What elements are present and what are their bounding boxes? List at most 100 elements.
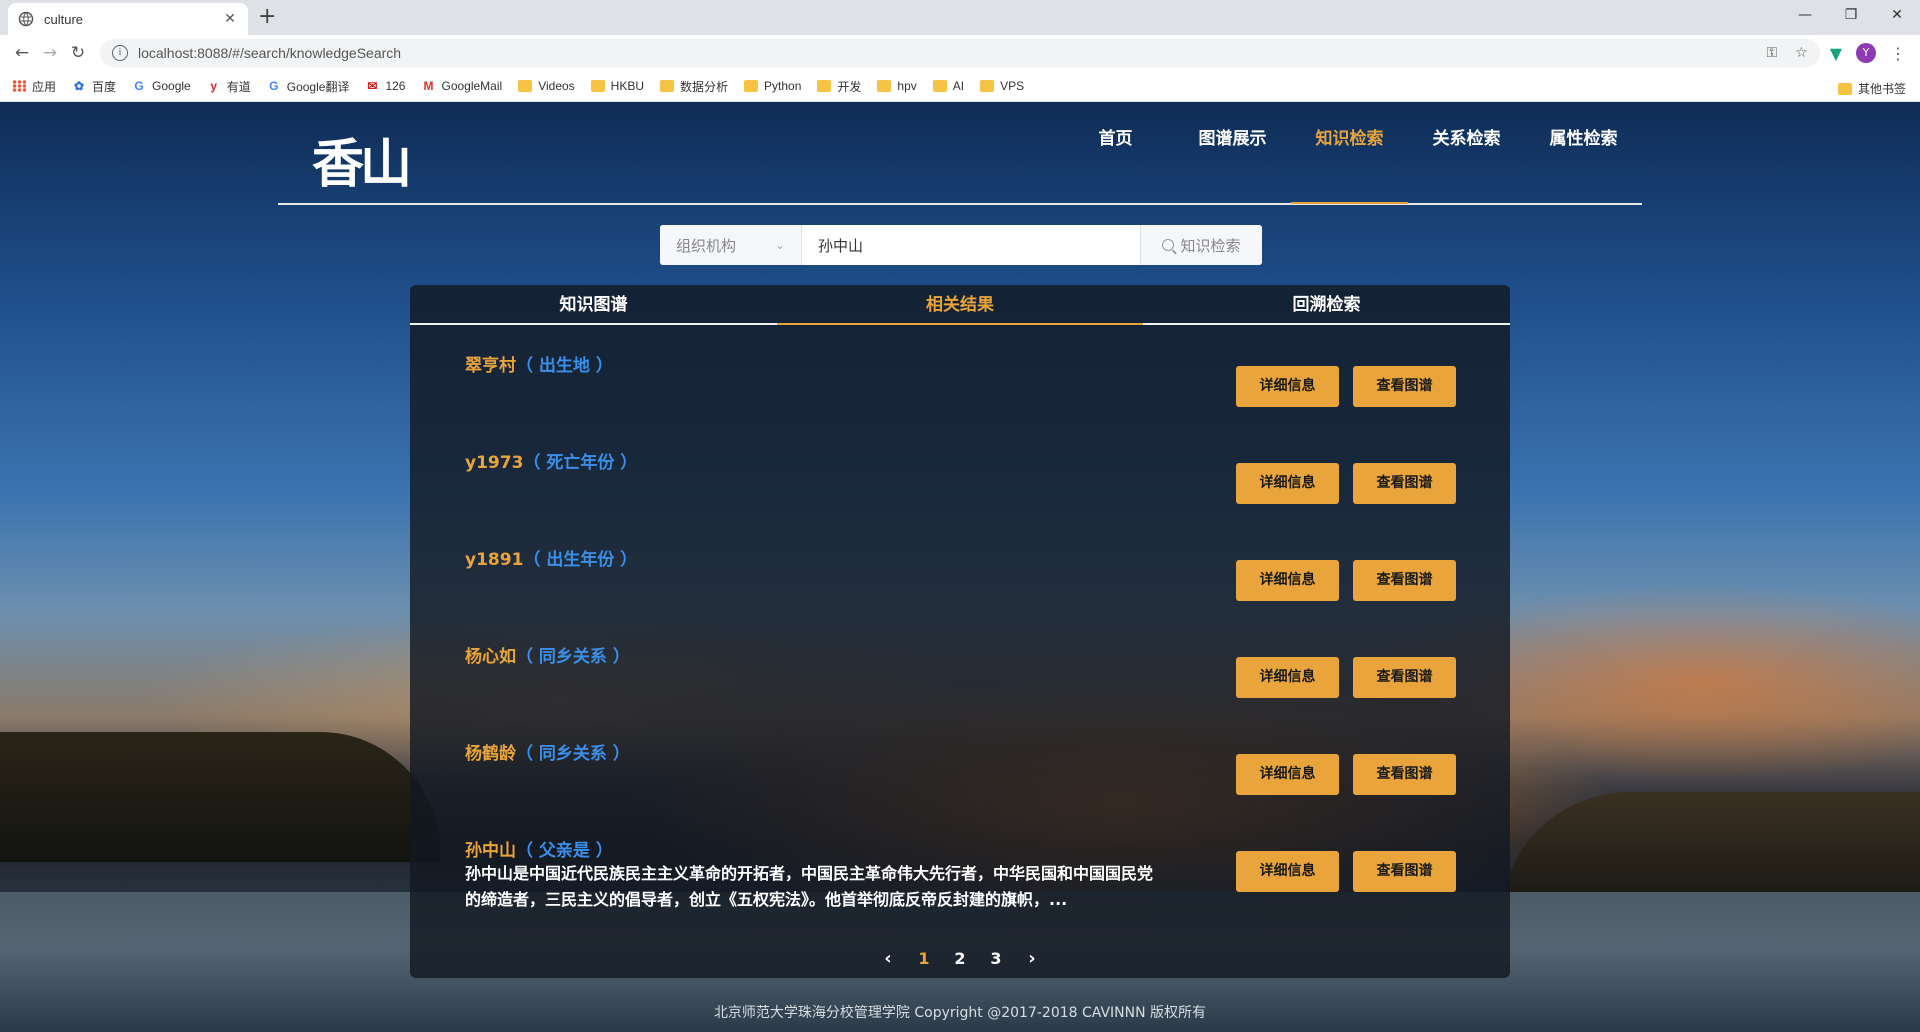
google-icon: G — [134, 79, 144, 93]
detail-button[interactable]: 详细信息 — [1236, 657, 1339, 698]
bookmark-star-icon[interactable]: ☆ — [1795, 45, 1808, 61]
new-tab-icon[interactable]: + — [258, 6, 276, 28]
view-graph-button[interactable]: 查看图谱 — [1353, 657, 1456, 698]
detail-button[interactable]: 详细信息 — [1236, 560, 1339, 601]
globe-icon — [18, 11, 34, 27]
detail-button[interactable]: 详细信息 — [1236, 366, 1339, 407]
view-graph-button[interactable]: 查看图谱 — [1353, 851, 1456, 892]
menu-icon[interactable]: ⋮ — [1890, 44, 1906, 63]
list-item: 孙中山（ 父亲是 ） 孙中山是中国近代民族民主主义革命的开拓者，中国民主革命伟大… — [410, 810, 1510, 927]
folder-icon — [1837, 82, 1852, 95]
tab-title: culture — [44, 11, 84, 27]
page-background: 香山 首页 图谱展示 知识检索 关系检索 属性检索 组织机构 ⌄ 知识检索 知识… — [0, 102, 1920, 1032]
category-select-value: 组织机构 — [676, 236, 737, 255]
address-bar[interactable]: i localhost:8088/#/search/knowledgeSearc… — [100, 39, 1820, 67]
folder-icon — [932, 80, 947, 92]
browser-chrome: culture ✕ + — ❐ ✕ ← → ↻ i localhost:8088… — [0, 0, 1920, 102]
result-relation: （ 同乡关系 ） — [516, 744, 630, 764]
result-name[interactable]: y1973 — [465, 453, 523, 473]
detail-button[interactable]: 详细信息 — [1236, 754, 1339, 795]
view-graph-button[interactable]: 查看图谱 — [1353, 366, 1456, 407]
bookmark-googlemail[interactable]: M GoogleMail — [421, 79, 502, 93]
youdao-icon: y — [210, 79, 218, 93]
restore-icon[interactable]: ❐ — [1828, 0, 1874, 30]
result-name[interactable]: 翠亨村 — [465, 356, 516, 376]
tab-knowledge-graph[interactable]: 知识图谱 — [410, 285, 777, 323]
minimize-icon[interactable]: — — [1782, 0, 1828, 30]
result-relation: （ 出生地 ） — [516, 356, 613, 376]
page-1[interactable]: 1 — [906, 949, 942, 969]
knowledge-search-button[interactable]: 知识检索 — [1140, 225, 1262, 265]
tab-backtrack-search[interactable]: 回溯检索 — [1143, 285, 1510, 323]
prev-page-icon[interactable]: ‹ — [870, 949, 906, 969]
list-item: 杨鹤龄（ 同乡关系 ） 详细信息 查看图谱 — [410, 713, 1510, 810]
window-close-icon[interactable]: ✕ — [1874, 0, 1920, 30]
list-item: 翠亨村（ 出生地 ） 详细信息 查看图谱 — [410, 325, 1510, 422]
result-description: 孙中山是中国近代民族民主主义革命的开拓者，中国民主革命伟大先行者，中华民国和中国… — [465, 864, 1154, 909]
result-relation: （ 死亡年份 ） — [523, 453, 638, 473]
nav-graph-display[interactable]: 图谱展示 — [1174, 124, 1291, 154]
profile-avatar[interactable]: Y — [1856, 43, 1876, 63]
bookmark-hpv[interactable]: hpv — [877, 79, 917, 93]
result-name[interactable]: 杨鹤龄 — [465, 744, 516, 764]
baidu-icon: ✿ — [73, 79, 85, 93]
list-item: y1973（ 死亡年份 ） 详细信息 查看图谱 — [410, 422, 1510, 519]
next-page-icon[interactable]: › — [1014, 949, 1050, 969]
bookmark-baidu[interactable]: ✿ 百度 — [72, 78, 116, 95]
view-graph-button[interactable]: 查看图谱 — [1353, 463, 1456, 504]
site-header: 香山 首页 图谱展示 知识检索 关系检索 属性检索 — [278, 102, 1642, 205]
key-icon[interactable]: ⚿ — [1766, 45, 1777, 61]
bookmark-google-translate[interactable]: G Google翻译 — [267, 78, 349, 95]
folder-icon — [518, 80, 533, 92]
nav-relation-search[interactable]: 关系检索 — [1408, 124, 1525, 154]
search-input[interactable] — [802, 225, 1140, 265]
bookmark-videos[interactable]: Videos — [518, 79, 575, 93]
folder-icon — [817, 80, 832, 92]
browser-tab[interactable]: culture ✕ — [8, 3, 248, 35]
nav-home[interactable]: 首页 — [1057, 124, 1174, 154]
bookmark-google[interactable]: G Google — [132, 79, 190, 93]
nav-knowledge-search[interactable]: 知识检索 — [1291, 124, 1408, 204]
page-3[interactable]: 3 — [978, 949, 1014, 969]
back-icon[interactable]: ← — [8, 43, 36, 63]
tab-related-results[interactable]: 相关结果 — [777, 285, 1143, 325]
result-relation: （ 出生年份 ） — [523, 550, 638, 570]
browser-toolbar: ← → ↻ i localhost:8088/#/search/knowledg… — [0, 35, 1920, 71]
view-graph-button[interactable]: 查看图谱 — [1353, 754, 1456, 795]
nav-attribute-search[interactable]: 属性检索 — [1525, 124, 1642, 154]
bookmark-youdao[interactable]: y 有道 — [207, 78, 250, 95]
bookmark-hkbu[interactable]: HKBU — [590, 79, 644, 93]
bookmark-vps[interactable]: VPS — [980, 79, 1024, 93]
detail-button[interactable]: 详细信息 — [1236, 851, 1339, 892]
apps-grid-icon — [12, 80, 26, 92]
view-graph-button[interactable]: 查看图谱 — [1353, 560, 1456, 601]
result-name[interactable]: 杨心如 — [465, 647, 516, 667]
main-nav: 首页 图谱展示 知识检索 关系检索 属性检索 — [1057, 124, 1642, 204]
other-bookmarks[interactable]: 其他书签 — [1837, 80, 1906, 97]
tab-close-icon[interactable]: ✕ — [222, 11, 238, 27]
url-text[interactable]: localhost:8088/#/search/knowledgeSearch — [138, 45, 401, 61]
result-name[interactable]: 孙中山 — [465, 841, 516, 861]
bookmark-dev[interactable]: 开发 — [817, 78, 861, 95]
category-select[interactable]: 组织机构 ⌄ — [660, 225, 802, 265]
site-info-icon[interactable]: i — [112, 45, 128, 61]
folder-icon — [590, 80, 605, 92]
vue-devtools-icon[interactable]: ▼ — [1830, 44, 1842, 63]
reload-icon[interactable]: ↻ — [64, 43, 92, 63]
bookmark-python[interactable]: Python — [744, 79, 801, 93]
page-2[interactable]: 2 — [942, 949, 978, 969]
bookmark-ai[interactable]: AI — [932, 79, 964, 93]
page-footer: 北京师范大学珠海分校管理学院 Copyright @2017-2018 CAVI… — [713, 1005, 1207, 1021]
site-logo[interactable]: 香山 — [312, 122, 412, 197]
google-translate-icon: G — [269, 79, 279, 93]
result-name[interactable]: y1891 — [465, 550, 523, 570]
background-hill-left — [0, 732, 440, 862]
results-panel: 知识图谱 相关结果 回溯检索 翠亨村（ 出生地 ） 详细信息 查看图谱 y1973… — [410, 285, 1510, 978]
list-item: y1891（ 出生年份 ） 详细信息 查看图谱 — [410, 519, 1510, 616]
forward-icon[interactable]: → — [36, 43, 64, 63]
bookmark-apps[interactable]: 应用 — [12, 78, 56, 95]
bookmark-126[interactable]: ✉ 126 — [365, 79, 405, 93]
result-relation: （ 同乡关系 ） — [516, 647, 630, 667]
bookmark-data-analysis[interactable]: 数据分析 — [660, 78, 728, 95]
detail-button[interactable]: 详细信息 — [1236, 463, 1339, 504]
